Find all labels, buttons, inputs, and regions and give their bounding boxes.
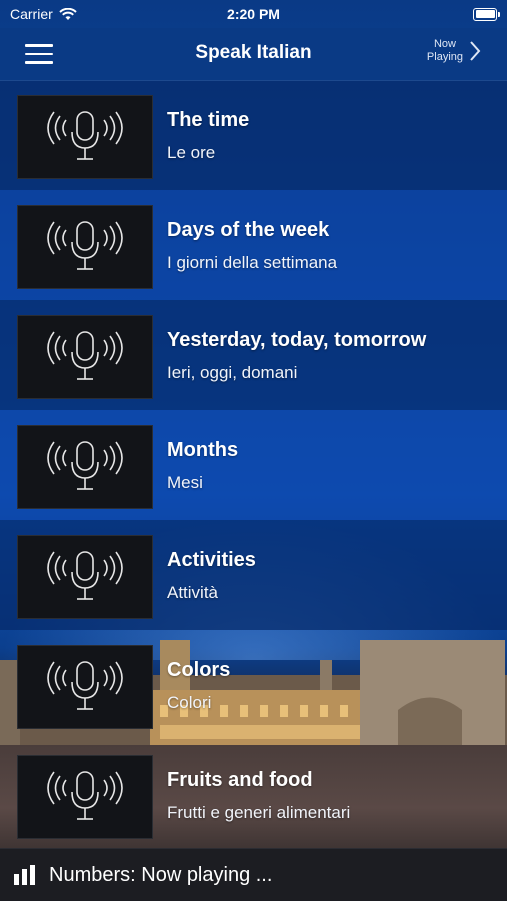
lesson-title: Activities [167,549,256,571]
now-playing-line2: Playing [426,51,463,63]
lesson-thumbnail [17,315,153,399]
now-playing-button[interactable]: Now Playing [427,38,481,64]
lesson-title: Yesterday, today, tomorrow [167,329,427,351]
lesson-thumbnail [17,535,153,619]
microphone-icon [47,441,123,490]
status-bar: Carrier 2:20 PM [0,0,507,28]
lesson-subtitle: Ieri, oggi, domani [167,363,298,382]
lesson-row-yesterday-today-tomorrow[interactable]: Yesterday, today, tomorrow Ieri, oggi, d… [0,300,507,410]
lesson-title: Fruits and food [167,769,313,791]
lesson-thumbnail [17,425,153,509]
chevron-right-icon [470,41,481,61]
lesson-thumbnail [17,205,153,289]
lesson-list: The time Le ore Days of the week I giorn… [0,80,507,850]
now-playing-text: Numbers: Now playing ... [49,863,273,886]
lesson-subtitle: Le ore [167,143,216,162]
now-playing-bar[interactable]: Numbers: Now playing ... [0,848,507,901]
navigation-bar: Speak Italian Now Playing [0,28,507,81]
now-playing-label: Now Playing [427,38,463,64]
lesson-title: Days of the week [167,219,330,241]
microphone-icon [47,331,123,380]
lesson-title: Colors [167,659,231,681]
lesson-subtitle: Colori [167,693,212,712]
microphone-icon [47,771,123,820]
lesson-subtitle: Frutti e generi alimentari [167,803,351,822]
microphone-icon [47,551,123,600]
lesson-title: The time [167,109,250,131]
lesson-row-days-of-the-week[interactable]: Days of the week I giorni della settiman… [0,190,507,300]
battery-icon [473,7,500,21]
lesson-row-months[interactable]: Months Mesi [0,410,507,520]
lesson-row-activities[interactable]: Activities Attività [0,520,507,630]
microphone-icon [47,221,123,270]
lesson-thumbnail [17,645,153,729]
microphone-icon [47,661,123,710]
audio-bars-icon [14,865,35,885]
lesson-subtitle: Attività [167,583,219,602]
lesson-row-colors[interactable]: Colors Colori [0,630,507,740]
lesson-thumbnail [17,95,153,179]
now-playing-line1: Now [433,38,456,50]
lesson-subtitle: Mesi [167,473,203,492]
lesson-row-fruits-and-food[interactable]: Fruits and food Frutti e generi alimenta… [0,740,507,850]
lesson-thumbnail [17,755,153,839]
microphone-icon [47,111,123,160]
lesson-title: Months [167,439,239,461]
lesson-subtitle: I giorni della settimana [167,253,338,272]
lesson-row-the-time[interactable]: The time Le ore [0,80,507,190]
status-time: 2:20 PM [227,6,280,22]
